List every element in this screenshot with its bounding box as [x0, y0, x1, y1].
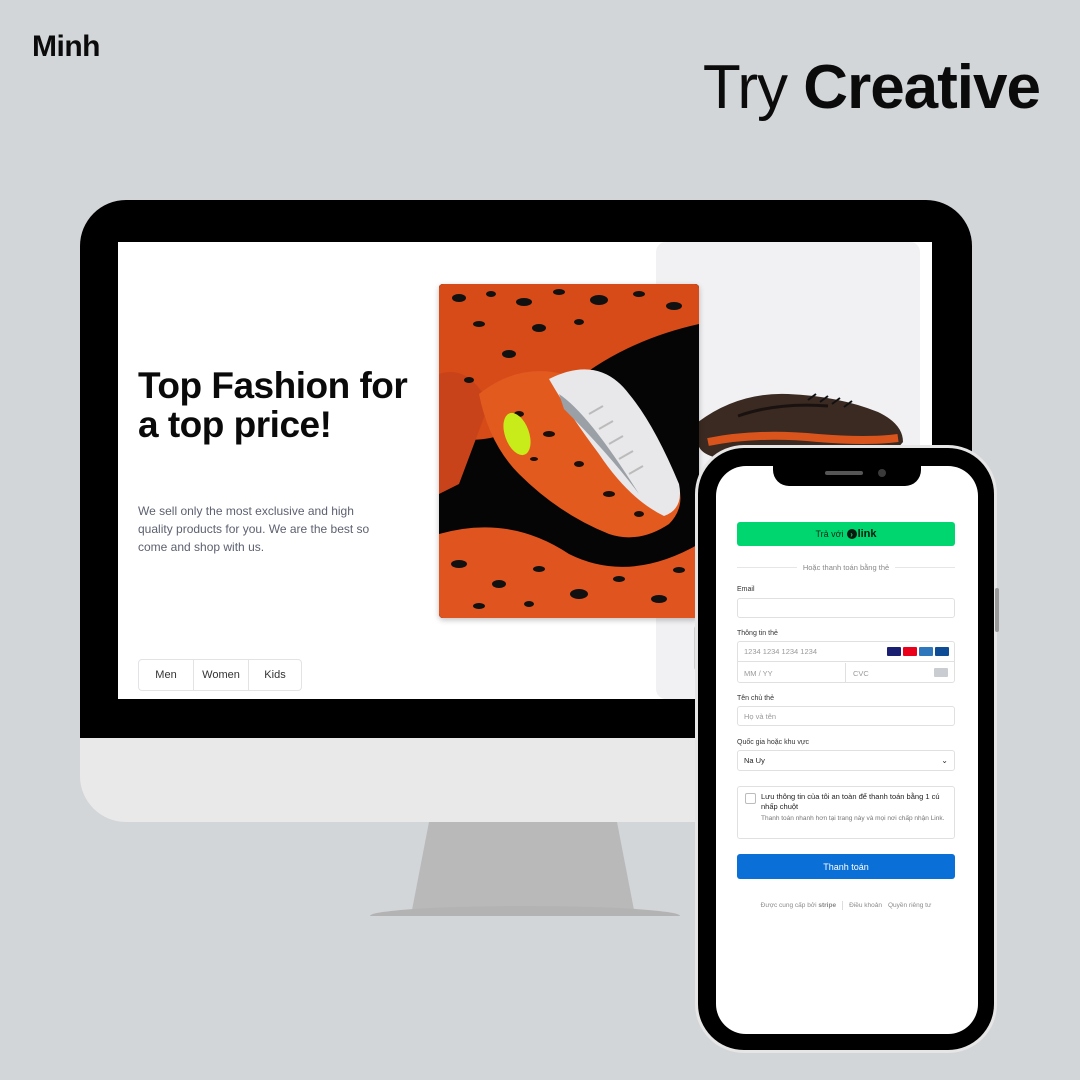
tab-women[interactable]: Women	[194, 660, 249, 690]
privacy-link[interactable]: Quyền riêng tư	[888, 902, 931, 909]
payment-divider: Hoặc thanh toán bằng thẻ	[737, 562, 956, 572]
save-info-subtitle: Thanh toán nhanh hơn tại trang này và mọ…	[761, 815, 945, 822]
card-info-label: Thông tin thẻ	[737, 630, 778, 637]
tab-kids[interactable]: Kids	[249, 660, 301, 690]
card-brands	[887, 647, 949, 656]
save-info-title: Lưu thông tin của tôi an toàn để thanh t…	[761, 792, 940, 811]
terms-link[interactable]: Điều khoản	[849, 902, 882, 909]
phone-camera	[878, 469, 886, 477]
headline-light: Try	[702, 53, 804, 122]
cvc-placeholder: CVC	[853, 668, 869, 678]
monitor-stand	[412, 818, 634, 910]
checkout-footer: Được cung cấp bởi stripe Điều khoản Quyề…	[737, 900, 955, 910]
stripe-logo: stripe	[818, 901, 837, 909]
headline: Try Creative	[702, 52, 1041, 123]
email-label: Email	[737, 586, 755, 593]
mastercard-icon	[903, 647, 917, 656]
category-tabs: Men Women Kids	[138, 659, 302, 691]
expiry-field[interactable]: MM / YY	[738, 663, 846, 683]
cardholder-placeholder: Họ và tên	[744, 711, 777, 721]
expiry-placeholder: MM / YY	[744, 668, 773, 678]
checkout-screen: Trả với › link Hoặc thanh toán bằng thẻ E…	[716, 466, 978, 1034]
phone-side-button	[995, 588, 999, 632]
hero-title: Top Fashion for a top price!	[138, 365, 408, 445]
chevron-down-icon: ⌄	[941, 756, 948, 765]
card-number-placeholder: 1234 1234 1234 1234	[744, 647, 817, 656]
pay-button[interactable]: Thanh toán	[737, 854, 955, 879]
hero-description: We sell only the most exclusive and high…	[138, 504, 370, 554]
country-select[interactable]: Na Uy ⌄	[737, 750, 955, 771]
cardholder-field[interactable]: Họ và tên	[737, 706, 955, 726]
divider-text: Hoặc thanh toán bằng thẻ	[802, 562, 890, 572]
powered-by: Được cung cấp bởi stripe	[761, 902, 836, 909]
powered-by-text: Được cung cấp bởi	[760, 901, 817, 909]
cardholder-label: Tên chủ thẻ	[737, 695, 774, 702]
country-label: Quốc gia hoặc khu vực	[737, 739, 810, 746]
visa-icon	[887, 647, 901, 656]
hero-shoe-image	[439, 284, 699, 618]
pay-with-link-button[interactable]: Trả với › link	[737, 522, 955, 546]
link-arrow-icon: ›	[846, 529, 857, 539]
headline-bold: Creative	[803, 53, 1041, 122]
brand-name: Minh	[32, 30, 100, 63]
save-info-checkbox[interactable]	[745, 793, 756, 804]
email-field[interactable]	[737, 598, 955, 618]
link-logo-text: link	[857, 528, 877, 540]
phone-speaker	[825, 471, 863, 475]
jcb-icon	[935, 647, 949, 656]
tab-men[interactable]: Men	[139, 660, 194, 690]
link-logo: › link	[846, 528, 877, 540]
country-value: Na Uy	[744, 756, 765, 765]
link-button-prefix: Trả với	[815, 529, 844, 539]
save-info-box: Lưu thông tin của tôi an toàn để thanh t…	[737, 786, 955, 839]
card-info-group: 1234 1234 1234 1234 MM / YY CVC	[737, 641, 955, 683]
amex-icon	[919, 647, 933, 656]
cvc-card-icon	[934, 668, 948, 677]
